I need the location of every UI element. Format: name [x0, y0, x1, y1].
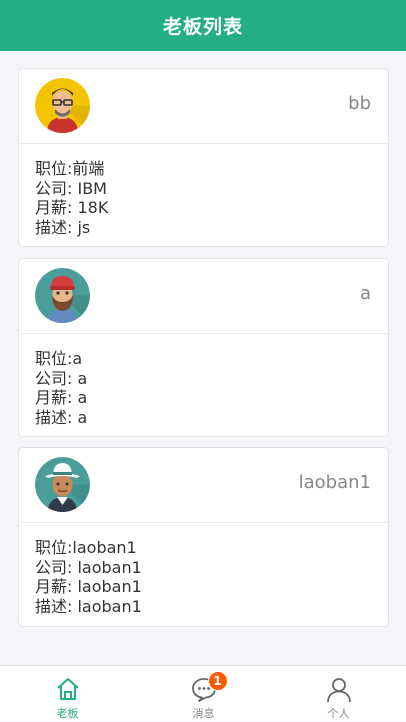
company-value: a	[77, 368, 88, 388]
page-title: 老板列表	[162, 16, 243, 38]
company-value: IBM	[77, 178, 107, 198]
nav-bar: 老板列表	[0, 0, 406, 51]
desc-value: a	[77, 407, 88, 427]
desc-value: laoban1	[77, 596, 142, 616]
company-label: 公司:	[35, 557, 78, 577]
avatar-cap-beard-icon	[35, 268, 90, 323]
salary-label: 月薪:	[35, 198, 78, 217]
avatar-hat-icon	[35, 457, 90, 512]
card-header: laoban1	[19, 448, 388, 523]
position-label: 职位:	[35, 538, 73, 557]
avatar-glasses-icon	[35, 78, 90, 133]
tab-profile-label: 个人	[327, 707, 350, 720]
position-value: 前端	[72, 159, 105, 178]
chat-bubble-icon: 1	[190, 671, 228, 703]
company-value: laoban1	[77, 557, 142, 577]
desc-label: 描述:	[35, 596, 78, 616]
boss-name: bb	[348, 93, 371, 114]
boss-card[interactable]: a 职位: a 公司: a 月薪: a 描述: a	[18, 258, 389, 437]
salary-value: a	[77, 388, 88, 407]
position-value: laoban1	[72, 538, 137, 557]
tab-boss-label: 老板	[56, 707, 79, 720]
company-label: 公司:	[35, 368, 78, 388]
boss-name: laoban1	[298, 472, 371, 493]
card-header: a	[19, 259, 388, 334]
tab-profile[interactable]: 个人	[271, 666, 406, 722]
salary-label: 月薪:	[35, 577, 78, 596]
card-body: 职位: laoban1 公司: laoban1 月薪: laoban1 描述: l…	[19, 523, 388, 616]
tab-boss[interactable]: 老板	[0, 666, 135, 722]
boss-card[interactable]: bb 职位: 前端 公司: IBM 月薪: 18K 描述: js	[18, 68, 389, 247]
salary-value: 18K	[77, 198, 109, 217]
tab-messages-label: 消息	[192, 707, 215, 720]
company-label: 公司:	[35, 178, 78, 198]
salary-value: laoban1	[77, 577, 142, 596]
position-value: a	[72, 349, 83, 368]
home-icon	[54, 675, 82, 703]
person-icon	[325, 675, 353, 703]
card-header: bb	[19, 69, 388, 144]
position-label: 职位:	[35, 159, 73, 178]
position-label: 职位:	[35, 349, 73, 368]
desc-value: js	[77, 217, 91, 237]
tab-bar: 老板 1 消息 个人	[0, 665, 406, 721]
tab-messages[interactable]: 1 消息	[136, 666, 271, 722]
boss-name: a	[359, 283, 371, 304]
salary-label: 月薪:	[35, 388, 78, 407]
boss-card[interactable]: laoban1 职位: laoban1 公司: laoban1 月薪: laoba…	[18, 447, 389, 627]
unread-badge: 1	[207, 671, 228, 691]
card-body: 职位: a 公司: a 月薪: a 描述: a	[19, 334, 388, 427]
desc-label: 描述:	[35, 217, 78, 237]
card-body: 职位: 前端 公司: IBM 月薪: 18K 描述: js	[19, 144, 388, 237]
desc-label: 描述:	[35, 407, 78, 427]
